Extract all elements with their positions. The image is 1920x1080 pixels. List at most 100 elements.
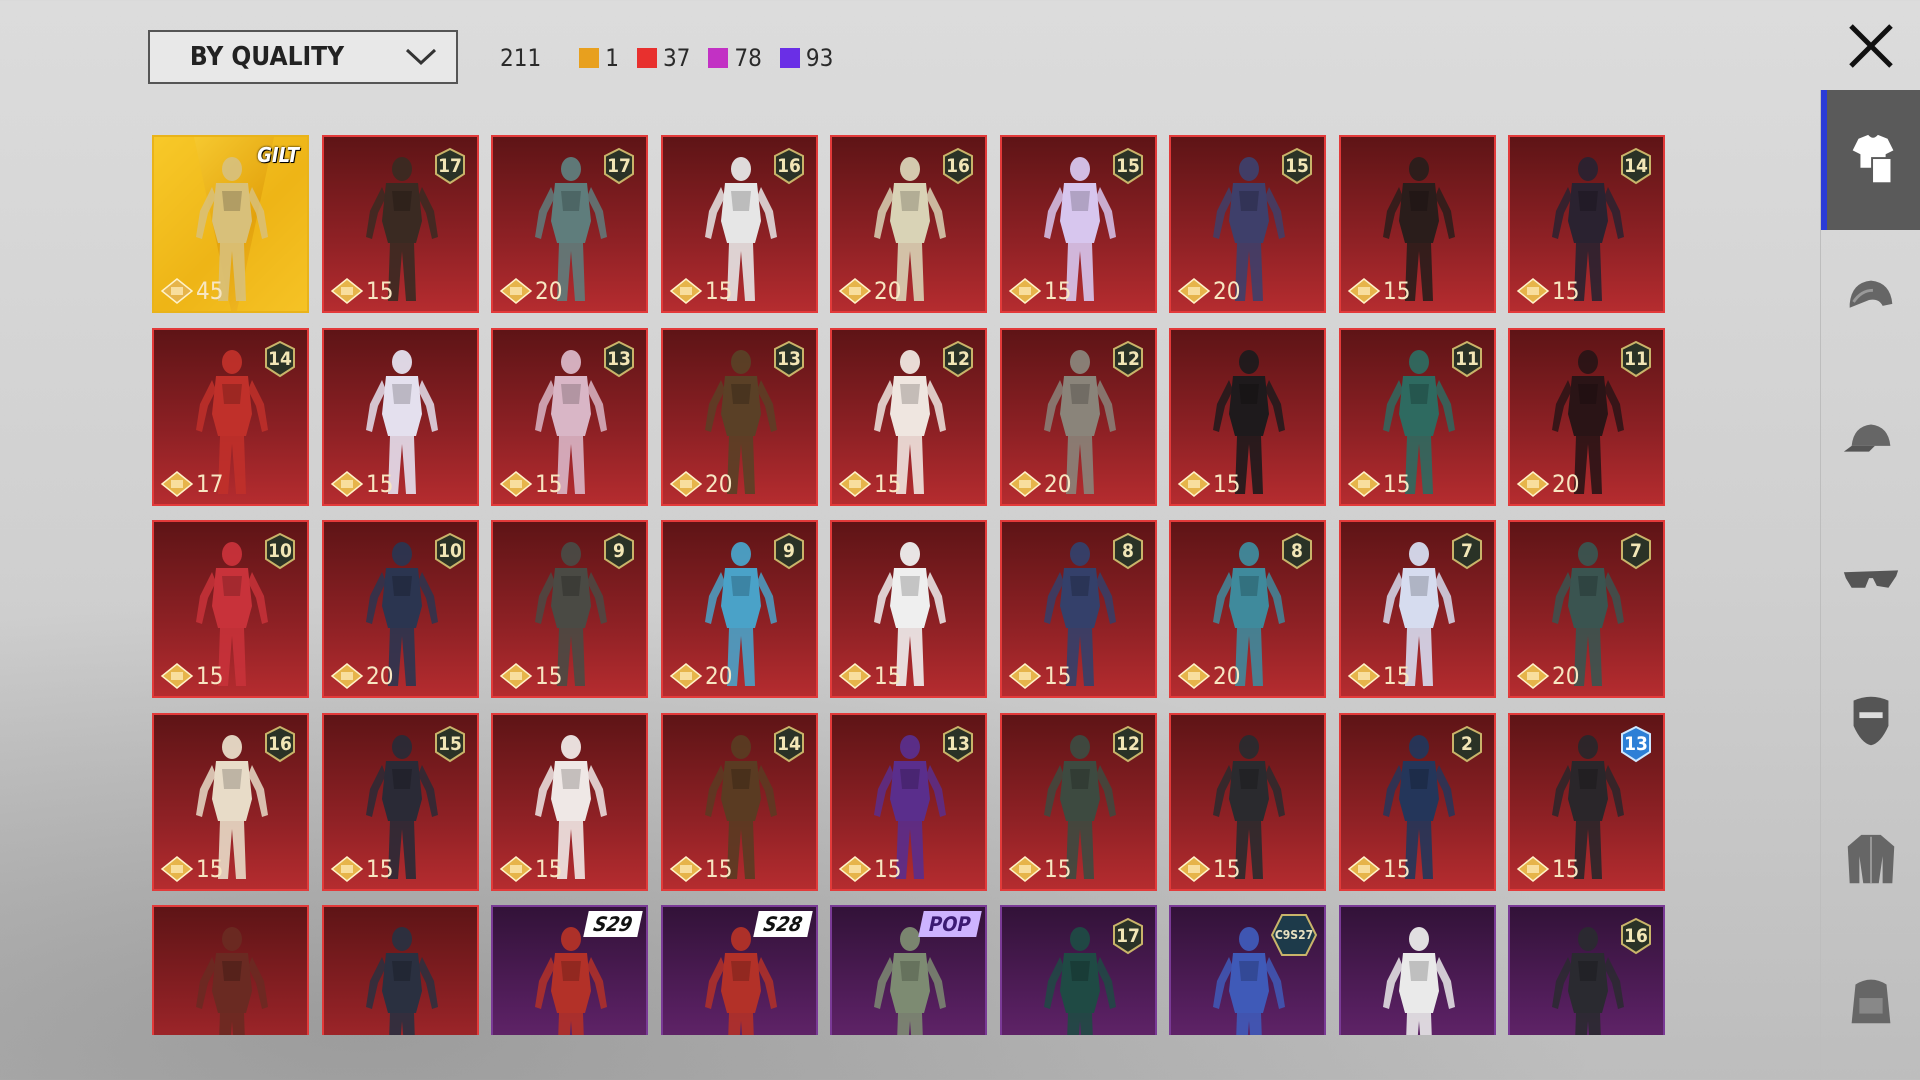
rail-tab-glasses[interactable] [1821,510,1920,650]
level-value: 16 [1624,925,1648,947]
points: 45 [160,277,223,305]
points-emblem-icon [1516,856,1550,882]
outfit-card[interactable] [152,905,309,1035]
level-value: 13 [777,348,801,370]
outfit-card[interactable]: 7 15 [1339,520,1496,698]
outfit-card[interactable]: 15 [1339,135,1496,313]
outfit-card[interactable]: 15 [1169,328,1326,506]
points-emblem-icon [1008,663,1042,689]
outfit-card[interactable]: 10 20 [322,520,479,698]
outfit-card[interactable]: 15 15 [1000,135,1157,313]
outfit-card[interactable]: 12 15 [1000,713,1157,891]
outfit-card[interactable]: 8 20 [1169,520,1326,698]
rail-tab-cap[interactable] [1821,370,1920,510]
points: 15 [330,277,393,305]
outfit-card[interactable]: 13 15 [491,328,648,506]
outfit-card[interactable]: 10 15 [152,520,309,698]
level-value: 9 [613,540,625,562]
outfit-card[interactable]: 15 15 [322,713,479,891]
points-emblem-icon [838,471,872,497]
points-value: 15 [1383,855,1411,883]
outfit-card[interactable]: 7 20 [1508,520,1665,698]
points-emblem-icon [160,471,194,497]
points: 15 [1347,470,1410,498]
points: 15 [1177,470,1240,498]
season-badge-label: C9S27 [1274,928,1314,942]
outfit-card[interactable]: 14 15 [1508,135,1665,313]
level-badge: 10 [263,532,297,570]
category-rail [1820,90,1920,1080]
outfit-card[interactable]: 9 15 [491,520,648,698]
outfit-card[interactable]: 16 [1508,905,1665,1035]
level-value: 16 [268,733,292,755]
points-value: 20 [874,277,902,305]
points-value: 15 [874,470,902,498]
level-value: 2 [1461,733,1473,755]
outfit-card[interactable]: 15 [491,713,648,891]
points: 15 [838,662,901,690]
rail-tab-backpack[interactable] [1821,930,1920,1070]
outfit-card[interactable]: 12 15 [830,328,987,506]
outfit-card[interactable]: 13 15 [1508,713,1665,891]
level-value: 15 [1285,155,1309,177]
outfit-card[interactable]: 15 [830,520,987,698]
points: 15 [1177,855,1240,883]
sort-dropdown-label: BY QUALITY [189,42,345,72]
points-emblem-icon [160,856,194,882]
outfit-card[interactable]: 17 [1000,905,1157,1035]
rail-tab-helmet[interactable] [1821,230,1920,370]
outfit-card[interactable]: 16 15 [152,713,309,891]
level-badge: 14 [263,340,297,378]
rail-tab-mask[interactable] [1821,650,1920,790]
outfit-figure [366,927,438,1035]
level-value: 12 [1116,348,1140,370]
points-value: 15 [1383,470,1411,498]
level-value: 10 [438,540,462,562]
outfit-card[interactable]: 13 15 [830,713,987,891]
points: 20 [669,662,732,690]
outfit-card[interactable]: 17 20 [491,135,648,313]
outfit-card[interactable]: 13 20 [661,328,818,506]
outfit-card[interactable]: 16 15 [661,135,818,313]
points-emblem-icon [669,856,703,882]
outfit-card[interactable] [322,905,479,1035]
outfit-card[interactable]: 11 20 [1508,328,1665,506]
outfit-card[interactable]: 12 20 [1000,328,1157,506]
level-badge: 10 [433,532,467,570]
level-badge: 14 [1619,147,1653,185]
outfit-card[interactable]: 2 15 [1339,713,1496,891]
rail-tab-jacket[interactable] [1821,790,1920,930]
outfit-card[interactable]: GILT 45 [152,135,309,313]
outfit-card[interactable]: C9S27 [1169,905,1326,1035]
level-value: 12 [946,348,970,370]
points-emblem-icon [1177,856,1211,882]
points: 15 [1347,855,1410,883]
outfit-card[interactable]: 14 17 [152,328,309,506]
points-emblem-icon [838,278,872,304]
outfit-card[interactable]: POP [830,905,987,1035]
outfit-card[interactable]: 15 20 [1169,135,1326,313]
outfit-card[interactable]: S29 [491,905,648,1035]
outfit-card[interactable]: 11 15 [1339,328,1496,506]
points-value: 15 [535,470,563,498]
outfit-card[interactable]: 14 15 [661,713,818,891]
sort-dropdown[interactable]: BY QUALITY [148,30,458,84]
outfit-card[interactable]: 17 15 [322,135,479,313]
outfit-card[interactable]: 8 15 [1000,520,1157,698]
outfit-figure [1383,927,1455,1035]
rail-tab-outfit[interactable] [1821,90,1920,230]
outfit-card[interactable]: 9 20 [661,520,818,698]
count-rare: 93 [779,44,833,72]
outfit-card[interactable]: 16 20 [830,135,987,313]
close-icon[interactable] [1843,18,1899,74]
outfit-card[interactable]: 15 [1169,713,1326,891]
outfit-card[interactable]: S28 [661,905,818,1035]
outfit-card[interactable] [1339,905,1496,1035]
season-tag: S29 [583,911,643,937]
points-value: 15 [705,855,733,883]
level-value: 17 [1116,925,1140,947]
points-emblem-icon [669,663,703,689]
points-value: 20 [366,662,394,690]
points-emblem-icon [1008,471,1042,497]
outfit-card[interactable]: 15 [322,328,479,506]
